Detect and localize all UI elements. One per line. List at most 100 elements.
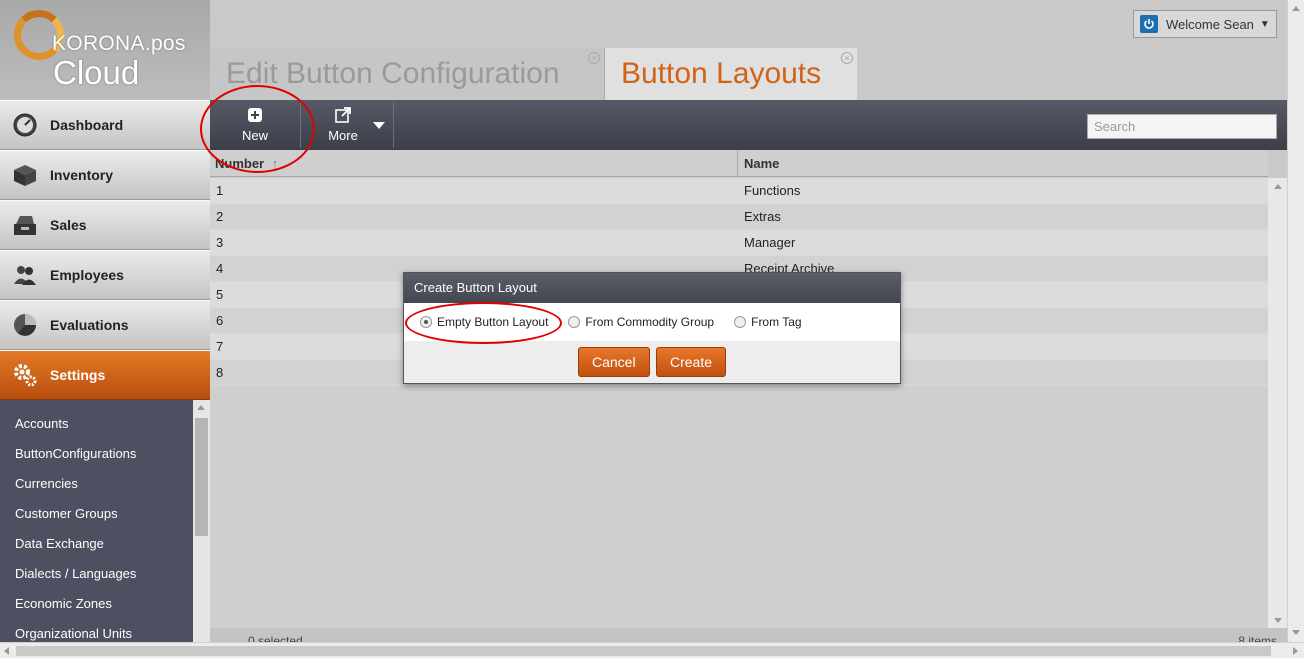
create-button-layout-dialog: Create Button Layout Empty Button Layout… (403, 272, 901, 384)
create-button[interactable]: Create (656, 347, 727, 377)
cell-number: 2 (216, 209, 224, 224)
cell-number: 8 (216, 365, 224, 380)
logo-text-korona: KORONA.pos (52, 32, 186, 55)
nav-label: Dashboard (50, 117, 124, 133)
table-header: Number ↑ Name (210, 150, 1268, 177)
column-header-label: Name (744, 156, 780, 171)
column-header-number[interactable]: Number ↑ (210, 150, 738, 177)
subnav-item-economic-zones[interactable]: Economic Zones (0, 589, 193, 619)
subnav-item-dialects-languages[interactable]: Dialects / Languages (0, 559, 193, 589)
cell-number: 7 (216, 339, 224, 354)
dialog-title: Create Button Layout (404, 273, 900, 303)
cell-name: Manager (744, 235, 796, 250)
export-icon (335, 107, 351, 123)
scroll-left-arrow-icon[interactable] (4, 647, 9, 655)
gauge-icon (10, 110, 40, 140)
nav-label: Employees (50, 267, 124, 283)
people-icon (10, 260, 40, 290)
nav-item-evaluations[interactable]: Evaluations (0, 300, 210, 350)
column-header-label: Number (215, 156, 265, 171)
more-button[interactable]: More (318, 100, 368, 150)
cell-number: 1 (216, 183, 224, 198)
toolbar-divider (393, 102, 394, 148)
cell-number: 5 (216, 287, 224, 302)
new-button[interactable]: New (230, 100, 280, 150)
chevron-down-icon: ▼ (1259, 18, 1270, 30)
scroll-down-arrow-icon[interactable] (1292, 630, 1300, 635)
logo: KORONA.pos Cloud (0, 0, 210, 100)
sort-ascending-icon: ↑ (271, 156, 279, 171)
nav-item-dashboard[interactable]: Dashboard (0, 100, 210, 150)
toolbar-divider (300, 102, 301, 148)
caret-down-icon (373, 121, 385, 129)
dialog-footer: Cancel Create (404, 341, 900, 383)
settings-subnav: Accounts ButtonConfigurations Currencies… (0, 400, 193, 642)
scroll-down-arrow-icon[interactable] (1274, 618, 1282, 623)
subnav-item-buttonconfigurations[interactable]: ButtonConfigurations (0, 439, 193, 469)
table-empty-area (210, 386, 1268, 628)
subnav-item-data-exchange[interactable]: Data Exchange (0, 529, 193, 559)
user-menu[interactable]: Welcome Sean ▼ (1133, 10, 1277, 38)
plus-icon (247, 107, 263, 123)
option-from-tag[interactable]: From Tag (734, 315, 802, 329)
close-icon[interactable]: × (588, 52, 600, 64)
box-icon (10, 160, 40, 190)
register-icon (10, 210, 40, 240)
table-row[interactable]: 3 Manager (210, 230, 1268, 256)
nav-item-inventory[interactable]: Inventory (0, 150, 210, 200)
radio-empty-button-layout[interactable] (420, 316, 432, 328)
window-horizontal-scroll-thumb[interactable] (16, 646, 1271, 656)
option-label: From Commodity Group (585, 315, 715, 329)
nav-item-settings[interactable]: Settings (0, 350, 210, 400)
column-header-name[interactable]: Name (739, 150, 1268, 177)
tab-button-layouts[interactable]: Button Layouts × (605, 48, 857, 100)
subnav-item-currencies[interactable]: Currencies (0, 469, 193, 499)
subnav-scrollbar[interactable] (193, 400, 210, 642)
radio-from-tag[interactable] (734, 316, 747, 328)
logo-text-cloud: Cloud (53, 54, 140, 91)
option-label: Empty Button Layout (437, 315, 549, 329)
table-scrollbar[interactable] (1268, 178, 1287, 628)
cell-name: Functions (744, 183, 801, 198)
option-label: From Tag (751, 315, 802, 329)
window-horizontal-scrollbar[interactable] (0, 642, 1304, 658)
scroll-up-arrow-icon[interactable] (1274, 184, 1282, 189)
tab-label: Button Layouts (621, 57, 822, 90)
subnav-item-organizational-units[interactable]: Organizational Units (0, 619, 193, 642)
selection-count: 0 selected (248, 634, 303, 642)
table-row[interactable]: 1 Functions (210, 178, 1268, 204)
cell-name: Extras (744, 209, 781, 224)
nav-label: Settings (50, 367, 106, 383)
welcome-label: Welcome Sean (1166, 16, 1254, 32)
option-from-commodity-group[interactable]: From Commodity Group (568, 315, 714, 329)
tab-edit-button-configuration[interactable]: Edit Button Configuration × (210, 48, 605, 100)
nav-item-employees[interactable]: Employees (0, 250, 210, 300)
item-count: 8 items (1238, 634, 1277, 642)
cancel-button[interactable]: Cancel (578, 347, 650, 377)
cell-number: 4 (216, 261, 224, 276)
radio-from-commodity-group[interactable] (568, 316, 581, 328)
subnav-scroll-thumb[interactable] (195, 418, 208, 536)
scroll-up-arrow-icon[interactable] (1292, 6, 1300, 11)
more-dropdown-button[interactable] (370, 100, 388, 150)
gear-icon (10, 360, 40, 390)
nav-label: Sales (50, 217, 87, 233)
window-vertical-scrollbar[interactable] (1287, 0, 1304, 642)
scroll-right-arrow-icon[interactable] (1293, 647, 1298, 655)
cell-number: 6 (216, 313, 224, 328)
new-button-label: New (241, 128, 268, 143)
table-row[interactable]: 2 Extras (210, 204, 1268, 230)
main-nav: Dashboard Inventory Sales Employees Eval… (0, 100, 210, 400)
subnav-item-customer-groups[interactable]: Customer Groups (0, 499, 193, 529)
pie-chart-icon (10, 310, 40, 340)
option-empty-button-layout[interactable]: Empty Button Layout (420, 315, 548, 329)
scroll-up-arrow-icon[interactable] (197, 405, 205, 410)
close-icon[interactable]: × (841, 52, 853, 64)
layout-source-options: Empty Button Layout From Commodity Group… (404, 303, 900, 341)
tab-bar: Edit Button Configuration × Button Layou… (210, 48, 857, 100)
subnav-item-accounts[interactable]: Accounts (0, 409, 193, 439)
nav-item-sales[interactable]: Sales (0, 200, 210, 250)
power-icon (1140, 15, 1158, 33)
search-input[interactable] (1087, 114, 1277, 139)
cell-number: 3 (216, 235, 224, 250)
